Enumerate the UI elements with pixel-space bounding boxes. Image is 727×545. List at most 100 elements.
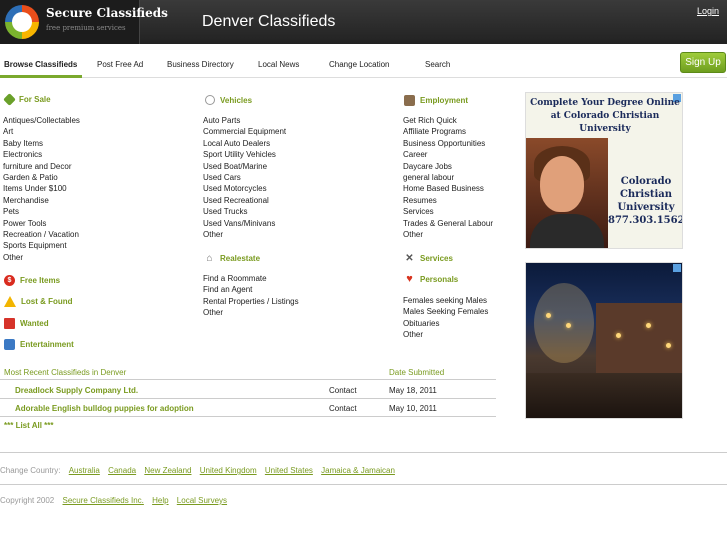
nav-local-news[interactable]: Local News (258, 60, 299, 69)
nav-browse-classifieds[interactable]: Browse Classifieds (4, 60, 77, 69)
list-item[interactable]: Pets (3, 206, 80, 217)
category-lost-found[interactable]: Lost & Found (4, 296, 73, 307)
list-item[interactable]: Find an Agent (203, 284, 299, 295)
divider (0, 452, 727, 453)
list-item[interactable]: Other (3, 252, 80, 263)
category-free-items[interactable]: $ Free Items (4, 275, 60, 286)
list-item[interactable]: Obituaries (403, 318, 488, 329)
list-item[interactable]: Other (203, 307, 299, 318)
vehicle-icon (205, 95, 215, 105)
category-title: Free Items (20, 276, 61, 285)
ad-photo (526, 138, 608, 248)
list-item[interactable]: Auto Parts (203, 115, 286, 126)
company-link[interactable]: Secure Classifieds Inc. (63, 496, 144, 505)
list-item[interactable]: Other (403, 229, 493, 240)
list-item[interactable]: Used Boat/Marine (203, 161, 286, 172)
list-item[interactable]: general labour (403, 172, 493, 183)
list-item[interactable]: Get Rich Quick (403, 115, 493, 126)
category-entertainment[interactable]: Entertainment (4, 339, 74, 350)
date-column-heading: Date Submitted (389, 368, 445, 377)
list-item[interactable]: Females seeking Males (403, 295, 488, 306)
header: Secure Classifieds free premium services… (0, 0, 727, 44)
category-realestate[interactable]: ⌂ Realestate (204, 253, 260, 264)
nav-search[interactable]: Search (425, 60, 450, 69)
list-item[interactable]: Used Recreational (203, 195, 286, 206)
list-all-link[interactable]: *** List All *** (4, 421, 54, 430)
local-surveys-link[interactable]: Local Surveys (177, 496, 227, 505)
list-item[interactable]: Local Auto Dealers (203, 138, 286, 149)
list-item[interactable]: Garden & Patio (3, 172, 80, 183)
nav-post-free-ad[interactable]: Post Free Ad (97, 60, 143, 69)
list-item[interactable]: Find a Roommate (203, 273, 299, 284)
list-item[interactable]: furniture and Decor (3, 161, 80, 172)
country-link-united-states[interactable]: United States (265, 466, 313, 475)
advertisement-photo[interactable] (525, 262, 683, 419)
country-link-australia[interactable]: Australia (69, 466, 100, 475)
logo[interactable]: Secure Classifieds free premium services (0, 0, 168, 44)
ad-headline: Complete Your Degree Online at Colorado … (530, 98, 680, 134)
list-item[interactable]: Electronics (3, 149, 80, 160)
category-title: Employment (420, 96, 469, 105)
country-link-jamaica[interactable]: Jamaica & Jamaican (321, 466, 395, 475)
list-item[interactable]: Used Motorcycles (203, 183, 286, 194)
category-vehicles[interactable]: Vehicles (205, 95, 252, 105)
list-item[interactable]: Items Under $100 (3, 183, 80, 194)
list-item[interactable]: Daycare Jobs (403, 161, 493, 172)
category-title: For Sale (19, 95, 51, 104)
ad-title-link[interactable]: Dreadlock Supply Company Ltd. (15, 386, 138, 395)
nav-business-directory[interactable]: Business Directory (167, 60, 234, 69)
list-item[interactable]: Sport Utility Vehicles (203, 149, 286, 160)
wanted-icon (4, 318, 15, 329)
country-link-new-zealand[interactable]: New Zealand (144, 466, 191, 475)
ad-date: May 18, 2011 (389, 386, 437, 395)
country-link-united-kingdom[interactable]: United Kingdom (200, 466, 257, 475)
recent-heading: Most Recent Classifieds in Denver (4, 368, 127, 377)
login-link[interactable]: Login (697, 6, 719, 16)
list-item[interactable]: Rental Properties / Listings (203, 296, 299, 307)
list-item[interactable]: Resumes (403, 195, 493, 206)
dollar-icon: $ (4, 275, 15, 286)
category-title: Personals (420, 275, 459, 284)
contact-link[interactable]: Contact (329, 404, 357, 413)
category-title: Vehicles (220, 95, 253, 105)
list-item[interactable]: Used Vans/Minivans (203, 218, 286, 229)
country-link-canada[interactable]: Canada (108, 466, 136, 475)
adchoices-icon[interactable] (673, 264, 681, 272)
list-item[interactable]: Home Based Business (403, 183, 493, 194)
list-item[interactable]: Antiques/Collectables (3, 115, 80, 126)
list-item[interactable]: Art (3, 126, 80, 137)
list-item[interactable]: Services (403, 206, 493, 217)
category-services[interactable]: ✕ Services (404, 253, 453, 264)
category-personals[interactable]: ♥ Personals (404, 274, 458, 285)
tools-icon: ✕ (405, 253, 414, 264)
advertisement-university[interactable]: Complete Your Degree Online at Colorado … (525, 92, 683, 249)
list-item[interactable]: Business Opportunities (403, 138, 493, 149)
list-item[interactable]: Males Seeking Females (403, 306, 488, 317)
list-item[interactable]: Used Trucks (203, 206, 286, 217)
ad-date: May 10, 2011 (389, 404, 437, 413)
list-item[interactable]: Other (203, 229, 286, 240)
change-country-bar: Change Country: Australia Canada New Zea… (0, 466, 395, 475)
category-employment[interactable]: Employment (404, 95, 468, 106)
category-wanted[interactable]: Wanted (4, 318, 49, 329)
list-item[interactable]: Affiliate Programs (403, 126, 493, 137)
list-item[interactable]: Recreation / Vacation (3, 229, 80, 240)
list-item[interactable]: Commercial Equipment (203, 126, 286, 137)
list-item[interactable]: Trades & General Labour (403, 218, 493, 229)
list-item[interactable]: Power Tools (3, 218, 80, 229)
nav-change-location[interactable]: Change Location (329, 60, 390, 69)
realestate-list: Find a Roommate Find an Agent Rental Pro… (203, 273, 299, 319)
list-item[interactable]: Sports Equipment (3, 240, 80, 251)
list-item[interactable]: Baby Items (3, 138, 80, 149)
contact-link[interactable]: Contact (329, 386, 357, 395)
ad-title-link[interactable]: Adorable English bulldog puppies for ado… (15, 404, 194, 413)
signup-button[interactable]: Sign Up (680, 52, 726, 73)
for-sale-list: Antiques/Collectables Art Baby Items Ele… (3, 115, 80, 263)
list-item[interactable]: Merchandise (3, 195, 80, 206)
list-item[interactable]: Other (403, 329, 488, 340)
list-item[interactable]: Used Cars (203, 172, 286, 183)
help-link[interactable]: Help (152, 496, 168, 505)
logo-tagline: free premium services (46, 24, 126, 32)
category-for-sale[interactable]: For Sale (3, 93, 51, 106)
list-item[interactable]: Career (403, 149, 493, 160)
